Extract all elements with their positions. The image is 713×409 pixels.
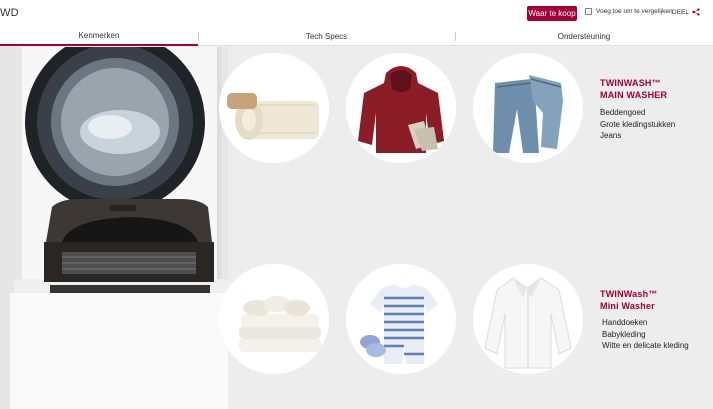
bedding-image [219, 53, 329, 163]
share-label: DEEL [672, 8, 689, 16]
list-item: Babykleding [602, 329, 646, 339]
mini-washer-title-line1: TWINWash™ [600, 289, 658, 299]
top-bar: WD Waar te koop Voeg toe om te vergelijk… [0, 0, 713, 26]
white-shirt-image [473, 264, 583, 374]
main-washer-list: Beddengoed Grote kledingstukken Jeans [600, 107, 675, 142]
list-item: Beddengoed [600, 108, 646, 117]
compare-checkbox[interactable]: Voeg toe om te vergelijken [585, 8, 673, 15]
model-name: WD [0, 7, 19, 19]
where-to-buy-button[interactable]: Waar te koop [527, 6, 577, 21]
tab-tech-specs[interactable]: Tech Specs [198, 26, 455, 46]
tab-ondersteuning[interactable]: Ondersteuning [455, 26, 713, 46]
share-icon [692, 8, 700, 16]
tab-bar: Kenmerken Tech Specs Ondersteuning [0, 26, 713, 46]
main-washer-title: TWINWASH™ MAIN WASHER [600, 77, 667, 101]
list-item: Witte en delicate kleding [602, 341, 689, 350]
main-washer-title-line1: TWINWASH™ [600, 78, 661, 88]
mini-washer-title-line2: Mini Washer [600, 301, 655, 311]
towels-image [219, 264, 329, 374]
list-item: Handdoeken [602, 318, 648, 327]
checkbox-icon[interactable] [585, 8, 592, 15]
tab-kenmerken[interactable]: Kenmerken [0, 26, 198, 46]
list-item: Grote kledingstukken [600, 119, 676, 129]
jeans-image [473, 53, 583, 163]
feature-content: TWINWASH™ MAIN WASHER Beddengoed Grote k… [0, 47, 713, 409]
list-item: Jeans [600, 131, 622, 140]
share-button[interactable]: DEEL [672, 8, 700, 16]
twinwash-machine-image [0, 47, 228, 409]
hoodie-image [346, 53, 456, 163]
mini-washer-title: TWINWash™ Mini Washer [600, 288, 657, 312]
mini-washer-list: Handdoeken Babykleding Witte en delicate… [602, 317, 689, 352]
compare-label: Voeg toe om te vergelijken [596, 8, 673, 15]
baby-clothes-image [346, 264, 456, 374]
main-washer-title-line2: MAIN WASHER [600, 90, 668, 100]
